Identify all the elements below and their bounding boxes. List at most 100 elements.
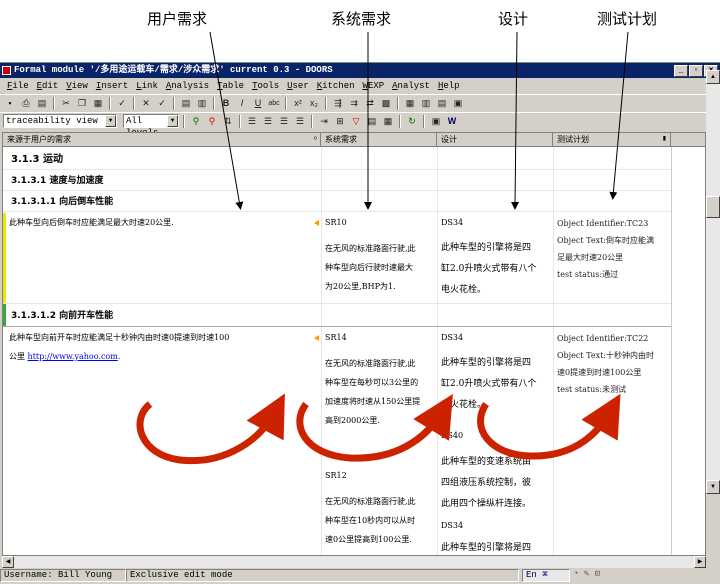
bold-icon[interactable]: B [219,97,233,110]
sort-icon[interactable]: ⇅ [221,115,235,128]
column-header-user-req[interactable]: 来源于用户的需求 ⁰ [3,133,321,147]
outline-collapse-icon[interactable]: ▤ [365,115,379,128]
outline-expand-icon[interactable]: ▦ [381,115,395,128]
heading-3-1-3-1-2[interactable]: 3.1.3.1.2 向前开车性能 [11,308,113,321]
word-export-icon[interactable]: W [445,115,459,128]
link-mark-icon[interactable]: ⇄ [363,97,377,110]
justify-icon[interactable]: ☰ [293,115,307,128]
column-header-empty [671,133,705,147]
annotation-test-plan: 测试计划 [597,10,658,28]
menu-analyst[interactable]: Analyst [388,81,434,91]
menu-insert[interactable]: Insert [92,81,132,91]
layout-icon[interactable]: ▤ [435,97,449,110]
menu-help[interactable]: Help [434,81,464,91]
insert-object-icon[interactable]: ▤ [179,97,193,110]
user-requirement-text[interactable]: 此种车型向后倒车时应能满足最大时速20公里. [9,213,309,232]
requirement-link[interactable]: http://www.yahoo.com [28,352,118,361]
system-req-id[interactable]: SR14 [325,328,347,347]
scroll-right-icon[interactable]: ▶ [694,556,706,568]
menu-analysis[interactable]: Analysis [162,81,213,91]
user-requirement-text-line2[interactable]: 公里 http://www.yahoo.com. [9,347,120,366]
scroll-down-icon[interactable]: ▼ [706,480,720,494]
design-text-line: 此种车型的引擎将是四 [441,543,532,553]
refresh-icon[interactable]: ↻ [405,115,419,128]
vertical-scrollbar[interactable]: ▲ ▼ [706,70,720,494]
link-end-icon[interactable]: ⇉ [347,97,361,110]
strikethrough-icon[interactable]: abc [267,97,281,110]
design-text-line: 缸2.0升喷火式带有八个 [441,379,537,389]
horizontal-scrollbar[interactable]: ◀ ▶ [2,556,706,568]
print-icon[interactable]: ⎙ [19,97,33,110]
restore-button[interactable]: ▫ [689,65,703,77]
design-id[interactable]: DS34 [441,516,463,535]
grid-icon[interactable]: ▣ [451,97,465,110]
superscript-icon[interactable]: x² [291,97,305,110]
design-id[interactable]: DS34 [441,213,463,232]
menu-tools[interactable]: Tools [248,81,283,91]
view-select[interactable]: traceability view ▼ [3,114,117,128]
design-text-line: 此种车型的变速系统由 [441,457,532,467]
column-header-design[interactable]: 设计 [437,133,553,147]
column-header-test-plan[interactable]: 测试计划 ▮ [553,133,671,147]
scroll-left-icon[interactable]: ◀ [2,556,14,568]
link-delete-icon[interactable]: ▩ [379,97,393,110]
link-marker-icon[interactable] [314,335,319,341]
menu-link[interactable]: Link [132,81,162,91]
link-start-icon[interactable]: ⇶ [331,97,345,110]
scroll-thumb[interactable] [706,196,720,218]
subscript-icon[interactable]: x₂ [307,97,321,110]
insert-below-icon[interactable]: ▥ [195,97,209,110]
filter-icon[interactable]: ⚲ [189,115,203,128]
menu-edit[interactable]: Edit [33,81,63,91]
design-id[interactable]: DS34 [441,328,463,347]
align-left-icon[interactable]: ☰ [245,115,259,128]
filter-apply-icon[interactable]: ⚲ [205,115,219,128]
copy-icon[interactable]: ❐ [75,97,89,110]
funnel-icon[interactable]: ▽ [349,115,363,128]
level-select[interactable]: All levels ▼ [123,114,179,138]
separator [183,114,185,128]
menu-user[interactable]: User [283,81,313,91]
user-requirement-text[interactable]: 此种车型向前开车时应能满足十秒钟内由时速0提速到时速100 [9,328,309,347]
column-icon[interactable]: ▥ [419,97,433,110]
ime-indicator[interactable]: En ⌘ [522,569,570,582]
app-icon[interactable] [2,66,11,75]
design-text-line: 此用四个操纵杆连接。 [441,499,532,509]
paste-icon[interactable]: ▦ [91,97,105,110]
chevron-down-icon[interactable]: ▼ [105,115,116,127]
outline-icon[interactable]: ⊞ [333,115,347,128]
underline-icon[interactable]: U [251,97,265,110]
annotation-user-req: 用户需求 [147,10,208,28]
table-icon[interactable]: ▦ [403,97,417,110]
design-id[interactable]: DS40 [441,426,463,445]
cut-icon[interactable]: ✂ [59,97,73,110]
spellcheck-icon[interactable]: ✓ [115,97,129,110]
system-req-id[interactable]: SR12 [325,466,347,485]
save-icon[interactable]: ▪ [3,97,17,110]
ime-tray-icons[interactable]: ◔ ✎ ⊡ [570,569,620,582]
kitchen-icon[interactable]: ▣ [429,115,443,128]
align-right-icon[interactable]: ☰ [277,115,291,128]
separator [397,96,399,110]
menu-wexp[interactable]: WEXP [359,81,389,91]
heading-3-1-3-1[interactable]: 3.1.3.1 速度与加速度 [11,173,103,186]
menu-view[interactable]: View [62,81,92,91]
align-center-icon[interactable]: ☰ [261,115,275,128]
italic-icon[interactable]: I [235,97,249,110]
column-header-system-req[interactable]: 系统需求 [321,133,437,147]
check-icon[interactable]: ✓ [155,97,169,110]
menu-table[interactable]: Table [213,81,248,91]
minimize-button[interactable]: _ [674,65,688,77]
menu-file[interactable]: File [3,81,33,91]
heading-3-1-3-1-1[interactable]: 3.1.3.1.1 向后倒车性能 [11,194,113,207]
delete-icon[interactable]: ✕ [139,97,153,110]
system-req-id[interactable]: SR10 [325,213,347,232]
print-preview-icon[interactable]: ▤ [35,97,49,110]
scroll-up-icon[interactable]: ▲ [706,70,720,84]
chevron-down-icon[interactable]: ▼ [167,115,178,127]
design-text-line: 电火花栓。 [441,400,487,410]
link-marker-icon[interactable] [314,220,319,226]
indent-icon[interactable]: ⇥ [317,115,331,128]
menu-kitchen[interactable]: Kitchen [313,81,359,91]
heading-3-1-3[interactable]: 3.1.3 运动 [11,150,63,165]
